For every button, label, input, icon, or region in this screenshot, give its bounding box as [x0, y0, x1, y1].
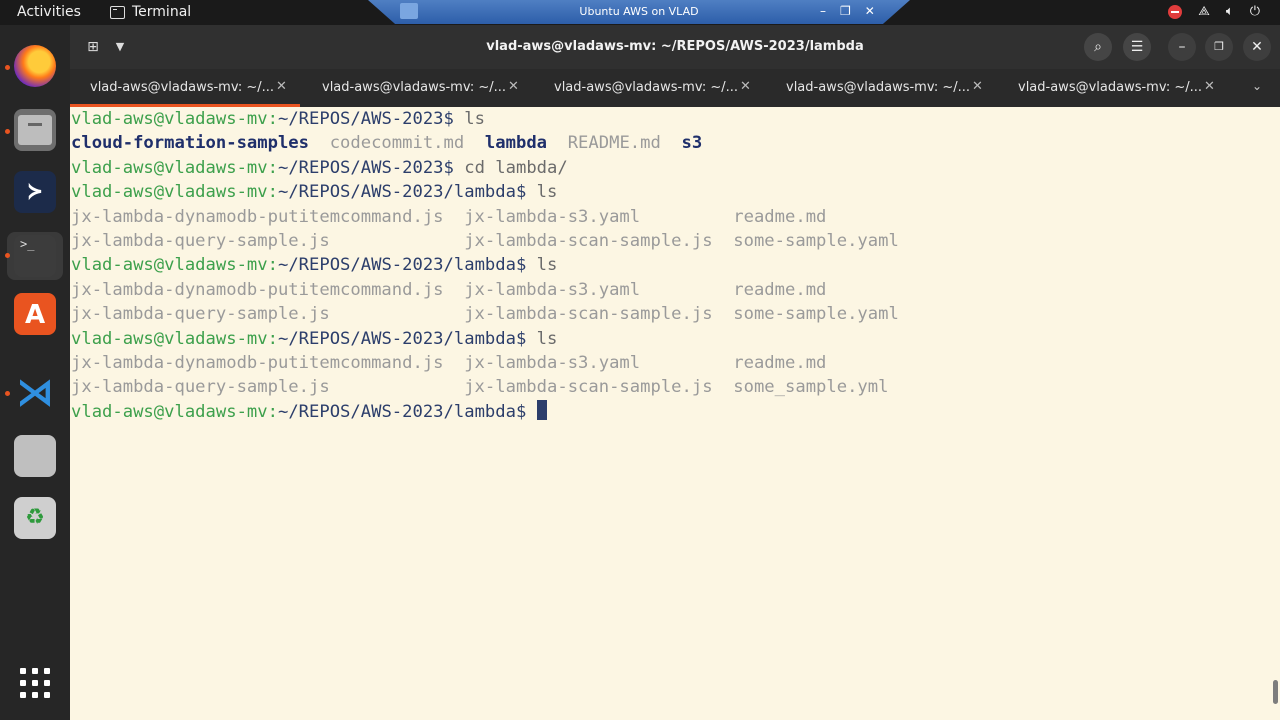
tab-label: vlad-aws@vladaws-mv: ~/... [786, 80, 970, 95]
directory-entry: lambda [484, 133, 548, 154]
pin-icon[interactable] [400, 3, 418, 19]
tab-5[interactable]: vlad-aws@vladaws-mv: ~/... ✕ [998, 69, 1230, 107]
file-entry: README.md [547, 133, 682, 154]
terminal-output[interactable]: vlad-aws@vladaws-mv:~/REPOS/AWS-2023$ ls… [70, 107, 1271, 720]
output-line: jx-lambda-query-sample.js jx-lambda-scan… [71, 375, 1271, 399]
search-icon[interactable]: ⌕ [1084, 33, 1112, 61]
status-area[interactable]: ⟁ 🔈︎ ⏻ [1168, 4, 1260, 19]
prompt-path: ~/REPOS/AWS-2023/lambda$ [277, 401, 537, 422]
disk-icon[interactable] [14, 435, 56, 477]
file-entry: jx-lambda-dynamodb-putitemcommand.js jx-… [71, 206, 827, 227]
show-apps-icon[interactable] [20, 668, 50, 698]
output-line: jx-lambda-dynamodb-putitemcommand.js jx-… [71, 205, 1271, 229]
file-entry: jx-lambda-query-sample.js jx-lambda-scan… [71, 304, 899, 325]
prompt-user: vlad-aws@vladaws-mv: [71, 182, 278, 203]
close-icon[interactable]: ✕ [972, 79, 983, 94]
activities-button[interactable]: Activities [17, 4, 81, 20]
prompt-path: ~/REPOS/AWS-2023/lambda$ [277, 328, 537, 349]
powershell-icon[interactable]: ≻ [14, 171, 56, 213]
tab-overflow-chevron-icon[interactable]: ⌄ [1252, 79, 1262, 93]
vm-title: Ubuntu AWS on VLAD [579, 5, 699, 18]
prompt-line: vlad-aws@vladaws-mv:~/REPOS/AWS-2023/lam… [71, 253, 1271, 277]
tab-label: vlad-aws@vladaws-mv: ~/... [554, 80, 738, 95]
running-indicator [5, 129, 10, 134]
firefox-icon[interactable] [14, 45, 56, 87]
output-line: cloud-formation-samples codecommit.md la… [71, 131, 1271, 155]
prompt-path: ~/REPOS/AWS-2023$ [277, 157, 465, 178]
close-icon[interactable]: ✕ [1204, 79, 1215, 94]
app-menu-label: Terminal [132, 4, 192, 20]
vm-close-button[interactable]: ✕ [865, 0, 875, 23]
maximize-button[interactable]: ❐ [1205, 33, 1233, 61]
tab-1[interactable]: vlad-aws@vladaws-mv: ~/... ✕ [70, 69, 302, 107]
vscode-icon[interactable]: ⋊ [14, 371, 56, 413]
text-cursor[interactable] [536, 399, 547, 420]
prompt-line: vlad-aws@vladaws-mv:~/REPOS/AWS-2023/lam… [71, 180, 1271, 204]
trash-icon[interactable]: ♻ [14, 497, 56, 539]
prompt-user: vlad-aws@vladaws-mv: [71, 157, 278, 178]
prompt-path: ~/REPOS/AWS-2023/lambda$ [277, 182, 537, 203]
scrollbar[interactable] [1273, 680, 1278, 704]
dock: ≻ >_ A ⋊ ♻ [0, 25, 70, 720]
prompt-path: ~/REPOS/AWS-2023$ [277, 109, 465, 129]
vm-restore-button[interactable]: ❐ [840, 0, 851, 23]
app-center-icon[interactable]: A [14, 293, 56, 335]
terminal-dock-icon[interactable]: >_ [14, 235, 56, 277]
command-text: ls [536, 328, 558, 349]
prompt-user: vlad-aws@vladaws-mv: [71, 109, 278, 129]
prompt-line: vlad-aws@vladaws-mv:~/REPOS/AWS-2023/lam… [71, 327, 1271, 351]
minimize-button[interactable]: – [1168, 33, 1196, 61]
command-text: ls [536, 182, 558, 203]
prompt-line: vlad-aws@vladaws-mv:~/REPOS/AWS-2023/lam… [71, 399, 1271, 424]
running-indicator [5, 65, 10, 70]
tab-label: vlad-aws@vladaws-mv: ~/... [90, 80, 274, 95]
prompt-path: ~/REPOS/AWS-2023/lambda$ [277, 255, 537, 276]
tab-bar: vlad-aws@vladaws-mv: ~/... ✕ vlad-aws@vl… [70, 69, 1280, 107]
volume-icon[interactable]: 🔈︎ [1226, 4, 1234, 19]
directory-entry: cloud-formation-samples [71, 133, 309, 154]
header-bar: ⊞ ▼ vlad-aws@vladaws-mv: ~/REPOS/AWS-202… [70, 25, 1280, 69]
vm-minimize-button[interactable]: – [820, 0, 826, 23]
running-indicator [5, 253, 10, 258]
output-line: jx-lambda-query-sample.js jx-lambda-scan… [71, 302, 1271, 326]
output-line: jx-lambda-query-sample.js jx-lambda-scan… [71, 229, 1271, 253]
directory-entry: s3 [681, 133, 703, 154]
terminal-window: ⊞ ▼ vlad-aws@vladaws-mv: ~/REPOS/AWS-202… [70, 25, 1280, 720]
file-entry: jx-lambda-query-sample.js jx-lambda-scan… [71, 377, 889, 398]
terminal-icon [110, 5, 125, 19]
network-icon[interactable]: ⟁ [1198, 4, 1210, 19]
output-line: jx-lambda-dynamodb-putitemcommand.js jx-… [71, 351, 1271, 375]
tab-3[interactable]: vlad-aws@vladaws-mv: ~/... ✕ [534, 69, 766, 107]
prompt-user: vlad-aws@vladaws-mv: [71, 401, 278, 422]
do-not-disturb-icon[interactable] [1168, 4, 1183, 19]
file-entry: codecommit.md [309, 133, 485, 154]
tab-2[interactable]: vlad-aws@vladaws-mv: ~/... ✕ [302, 69, 534, 107]
power-icon[interactable]: ⏻ [1250, 4, 1260, 19]
file-entry: jx-lambda-dynamodb-putitemcommand.js jx-… [71, 352, 827, 373]
files-icon[interactable] [14, 109, 56, 151]
hamburger-menu-icon[interactable]: ☰ [1123, 33, 1151, 61]
prompt-line: vlad-aws@vladaws-mv:~/REPOS/AWS-2023$ cd… [71, 156, 1271, 180]
command-text: ls [464, 109, 485, 129]
tab-label: vlad-aws@vladaws-mv: ~/... [1018, 80, 1202, 95]
running-indicator [5, 391, 10, 396]
tab-label: vlad-aws@vladaws-mv: ~/... [322, 80, 506, 95]
command-text: ls [536, 255, 558, 276]
output-line: jx-lambda-dynamodb-putitemcommand.js jx-… [71, 278, 1271, 302]
prompt-user: vlad-aws@vladaws-mv: [71, 328, 278, 349]
vm-title-overlay[interactable]: Ubuntu AWS on VLAD – ❐ ✕ [368, 0, 910, 24]
app-menu[interactable]: Terminal [110, 4, 191, 20]
tab-4[interactable]: vlad-aws@vladaws-mv: ~/... ✕ [766, 69, 998, 107]
prompt-user: vlad-aws@vladaws-mv: [71, 255, 278, 276]
prompt-line: vlad-aws@vladaws-mv:~/REPOS/AWS-2023$ ls [71, 107, 1271, 131]
close-icon[interactable]: ✕ [276, 79, 287, 94]
file-entry: jx-lambda-dynamodb-putitemcommand.js jx-… [71, 279, 827, 300]
close-icon[interactable]: ✕ [508, 79, 519, 94]
command-text: cd lambda/ [464, 157, 568, 178]
top-bar: Activities Terminal Ubuntu AWS on VLAD –… [0, 0, 1280, 25]
close-icon[interactable]: ✕ [740, 79, 751, 94]
close-button[interactable]: ✕ [1243, 33, 1271, 61]
file-entry: jx-lambda-query-sample.js jx-lambda-scan… [71, 230, 899, 251]
